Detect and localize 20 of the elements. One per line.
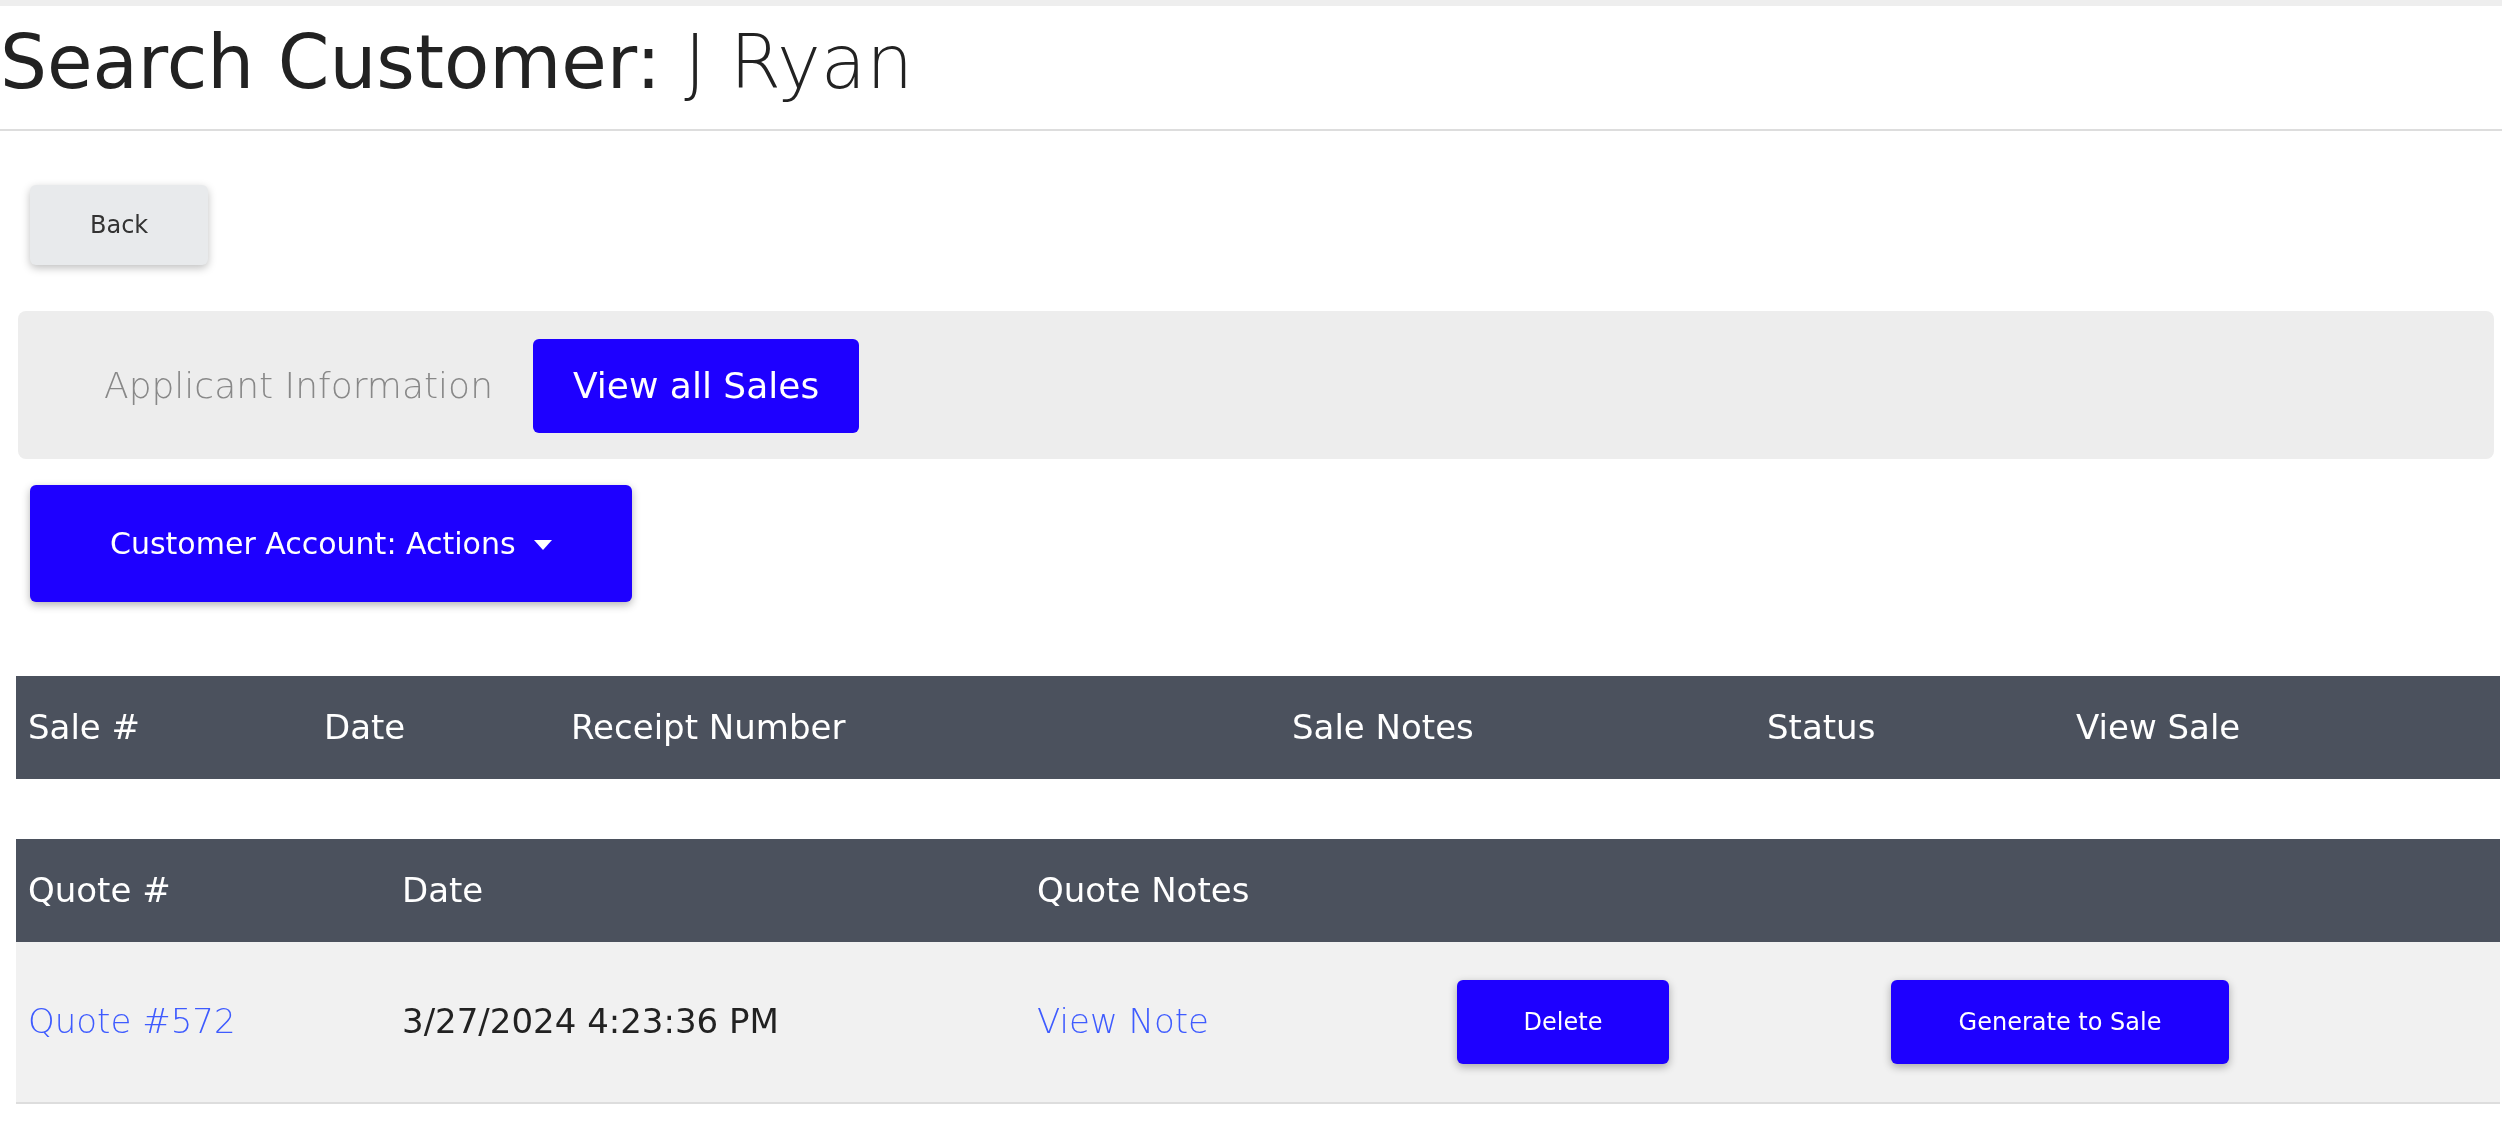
column-header: Date [312, 675, 559, 779]
view-all-sales-button[interactable]: View all Sales [532, 338, 860, 433]
caret-icon [533, 540, 552, 550]
date-cell: 3/27/2024 4:23:36 PM [390, 941, 1025, 1103]
panel-label: Applicant Information [104, 363, 493, 408]
column-header: View Sale [2064, 675, 2500, 779]
column-header: Quote # [16, 838, 390, 942]
delete-button[interactable]: Delete [1457, 979, 1669, 1064]
view-note-link[interactable]: View Note [1037, 1001, 1209, 1041]
back-button[interactable]: Back [30, 184, 209, 265]
column-header: Date [390, 838, 1025, 942]
generate-to-sale-button[interactable]: Generate to Sale [1891, 979, 2229, 1064]
column-header: Sale Notes [1280, 675, 1755, 779]
page-title: Search Customer: J Ryan [0, 0, 2502, 131]
column-header: Quote Notes [1025, 838, 1445, 942]
actions-dropdown-button[interactable]: Customer Account: Actions [30, 484, 632, 602]
column-header: Receipt Number [559, 675, 1280, 779]
column-header: Status [1755, 675, 2064, 779]
quote-link[interactable]: Quote #572 [28, 1001, 236, 1041]
column-header: Sale # [16, 675, 312, 779]
